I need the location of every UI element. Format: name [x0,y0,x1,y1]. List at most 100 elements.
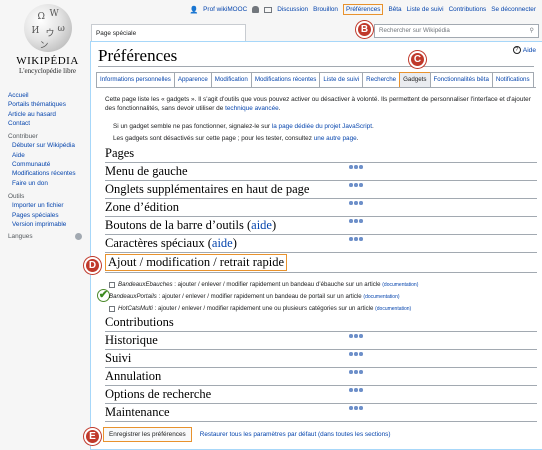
tab-recherche[interactable]: Recherche [362,72,401,88]
documentation-link[interactable]: (documentation) [375,306,411,312]
tab-modification[interactable]: Modification [210,72,252,88]
user-link[interactable]: Prof wikiMOOC [203,6,247,13]
section-heading: Pages [105,146,135,160]
sidebar-item-importer[interactable]: Importer un fichier [8,201,88,210]
sidebar-item-hasard[interactable]: Article au hasard [8,110,88,119]
close-paren: ) [232,236,237,250]
sidebar-item-don[interactable]: Faire un don [8,179,88,188]
sidebar-heading-contribuer: Contribuer [8,133,38,141]
section-annulation[interactable]: Annulation [105,369,537,386]
expand-dots-icon[interactable] [349,334,363,338]
section-historique[interactable]: Historique [105,333,537,350]
help-label: Aide [522,46,536,54]
callout-d: D [84,257,101,274]
expand-dots-icon[interactable] [349,165,363,169]
sidebar-item-debuter[interactable]: Débuter sur Wikipédia [8,141,88,150]
bell-icon[interactable] [252,6,260,13]
discussion-link[interactable]: Discussion [277,6,308,13]
expand-dots-icon[interactable] [349,183,363,187]
search-icon[interactable]: ⚲ [529,27,534,34]
contributions-link[interactable]: Contributions [449,6,487,13]
expand-dots-icon[interactable] [349,370,363,374]
help-link[interactable]: ? Aide [512,46,536,54]
section-caracteres[interactable]: Caractères spéciaux (aide) [105,236,537,253]
close-paren: ) [271,218,277,232]
expand-dots-icon[interactable] [349,237,363,241]
section-pages[interactable]: Pages [105,146,537,163]
logout-link[interactable]: Se déconnecter [491,6,536,13]
beta-link[interactable]: Bêta [388,6,401,13]
boutons-aide-link[interactable]: aide [251,218,272,232]
section-zone-edition[interactable]: Zone d’édition [105,200,537,217]
caracteres-aide-link[interactable]: aide [212,236,233,250]
logo-wordmark: WIKIPÉDIA [16,55,79,67]
section-menu-gauche[interactable]: Menu de gauche [105,164,537,181]
section-suivi[interactable]: Suivi [105,351,537,368]
sidebar: Accueil Portails thématiques Article au … [8,91,88,241]
tab-gadgets[interactable]: Gadgets [399,72,431,88]
section-ajout-modification[interactable]: Ajout / modification / retrait rapide [105,254,537,273]
tab-modifications-recentes[interactable]: Modifications récentes [250,72,321,88]
sidebar-item-communaute[interactable]: Communauté [8,160,88,169]
gadget-name: HotCatsMulti [118,305,153,312]
callout-b: B [356,21,373,38]
expand-dots-icon[interactable] [349,406,363,410]
autre-page-link[interactable]: une autre page [314,135,357,142]
sidebar-item-portails[interactable]: Portails thématiques [8,100,88,109]
tab-notifications[interactable]: Notifications [491,72,534,88]
section-maintenance[interactable]: Maintenance [105,405,537,422]
title-divider [98,66,534,67]
gadget-checkbox[interactable] [109,305,115,312]
javascript-project-link[interactable]: la page dédiée du projet JavaScript [272,123,372,130]
wikipedia-logo[interactable]: ΩW Иウ ωン WIKIPÉDIA L'encyclopédie libre [5,2,90,75]
section-boutons[interactable]: Boutons de la barre d’outils (aide) [105,218,537,235]
section-heading: Caractères spéciaux (aide) [105,236,237,251]
expand-dots-icon[interactable] [349,201,363,205]
search-input[interactable]: Rechercher sur Wikipédia [379,27,450,34]
sidebar-item-contact[interactable]: Contact [8,119,88,128]
gadget-checkbox[interactable] [109,281,115,288]
note-test-text: Les gadgets sont désactivés sur cette pa… [113,135,314,142]
section-heading: Maintenance [105,405,170,419]
documentation-link[interactable]: (documentation) [382,282,418,288]
sidebar-item-version-imprimable[interactable]: Version imprimable [8,220,88,229]
note-test: Les gadgets sont désactivés sur cette pa… [113,135,359,143]
sidebar-item-accueil[interactable]: Accueil [8,91,88,100]
section-heading: Ajout / modification / retrait rapide [105,254,287,271]
gear-icon[interactable] [75,233,82,241]
sidebar-item-aide[interactable]: Aide [8,151,88,160]
watchlist-link[interactable]: Liste de suivi [407,6,444,13]
tab-informations-personnelles[interactable]: Informations personnelles [96,72,175,88]
expand-dots-icon[interactable] [349,219,363,223]
tab-fonctionnalites-beta[interactable]: Fonctionnalités bêta [429,72,493,88]
puzzle-globe-icon: ΩW Иウ ωン [23,4,72,52]
preferences-link[interactable]: Préférences [342,4,384,15]
restore-defaults-link[interactable]: Restaurer tous les paramètres par défaut… [200,431,391,438]
section-contributions[interactable]: Contributions [105,315,537,332]
section-onglets[interactable]: Onglets supplémentaires en haut de page [105,182,537,199]
save-preferences-button[interactable]: Enregistrer les préférences [103,427,192,442]
section-options-recherche[interactable]: Options de recherche [105,387,537,404]
sidebar-heading-outils: Outils [8,192,25,200]
sidebar-item-modifications-recentes[interactable]: Modifications récentes [8,169,88,178]
tab-liste-de-suivi[interactable]: Liste de suivi [319,72,364,88]
sidebar-languages: Langues [8,232,88,241]
sidebar-item-pages-speciales[interactable]: Pages spéciales [8,211,88,220]
sidebar-heading-langues: Langues [8,233,33,241]
expand-dots-icon[interactable] [349,388,363,392]
tab-special-page[interactable]: Page spéciale [91,24,246,42]
inbox-icon[interactable] [264,6,273,13]
gadget-label: BandeauxPortails : ajouter / enlever / m… [109,293,400,300]
documentation-link[interactable]: (documentation) [363,294,399,300]
technique-avancee-link[interactable]: technique avancée [225,105,279,112]
gadget-desc: : ajouter / enlever / modifier rapidemen… [152,305,376,312]
gadget-bandeaux-ebauches: BandeauxEbauches : ajouter / enlever / m… [109,281,418,288]
search-box[interactable]: Rechercher sur Wikipédia ⚲ [374,24,539,38]
expand-dots-icon[interactable] [349,352,363,356]
brouillon-link[interactable]: Brouillon [313,6,338,13]
tab-apparence[interactable]: Apparence [173,72,212,88]
section-heading-text: Caractères spéciaux ( [105,236,212,250]
gadget-hotcats-multi: HotCatsMulti : ajouter / enlever / modif… [109,305,411,312]
logo-tagline: L'encyclopédie libre [18,67,77,75]
section-heading-text: Boutons de la barre d’outils ( [105,218,252,232]
